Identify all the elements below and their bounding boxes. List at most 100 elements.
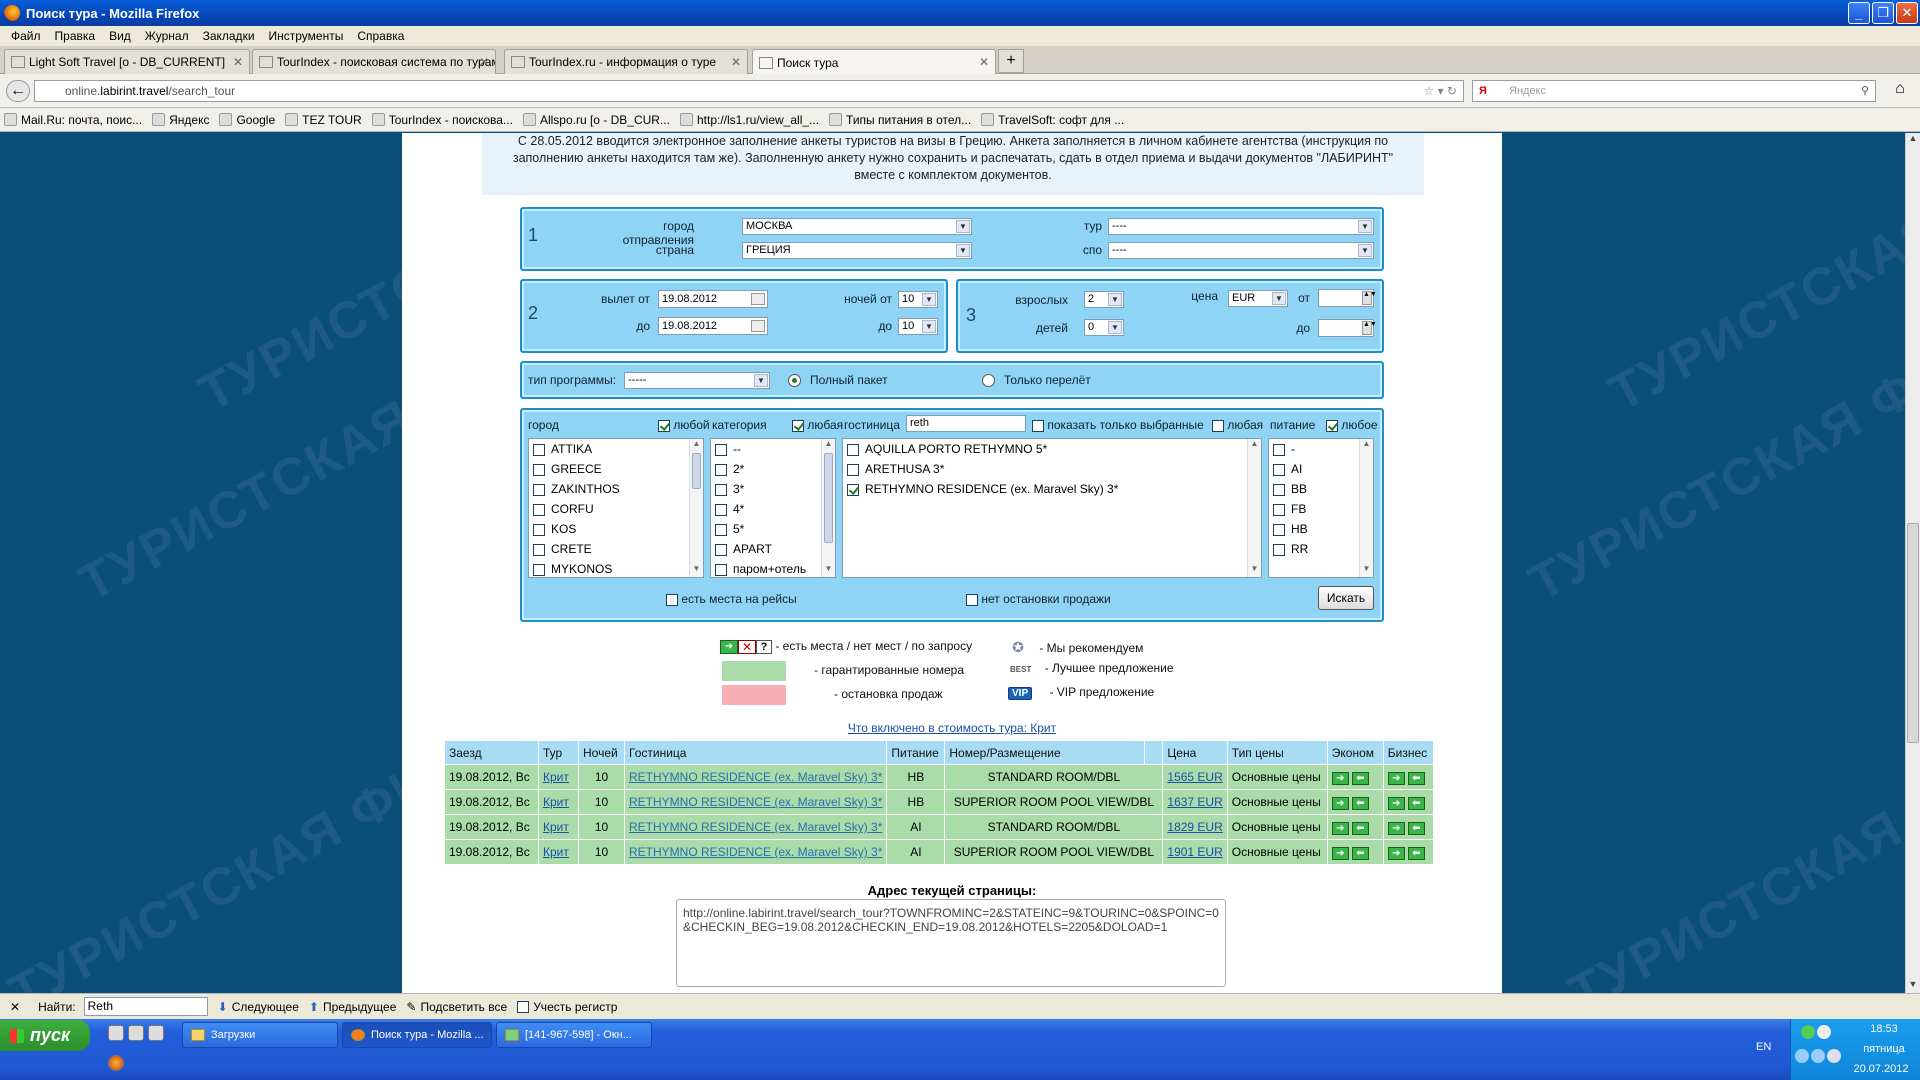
seats-available-checkbox[interactable] <box>666 593 678 606</box>
tab-lightsoft[interactable]: Light Soft Travel [о - DB_CURRENT] ✕ <box>4 49 250 74</box>
city-checkbox[interactable] <box>533 463 545 476</box>
price-from-input[interactable]: ▲▼ <box>1318 289 1377 307</box>
bookmark-item[interactable]: Типы питания в отел... <box>829 113 971 127</box>
city-checkbox[interactable] <box>533 443 545 456</box>
list-item[interactable]: CRETE <box>529 539 703 559</box>
city-any-checkbox[interactable] <box>658 419 670 432</box>
show-selected-checkbox[interactable] <box>1032 419 1044 432</box>
list-item[interactable]: GREECE <box>529 459 703 479</box>
list-scrollbar[interactable]: ▲ ▼ <box>821 439 835 577</box>
price-link[interactable]: 1565 EUR <box>1167 770 1222 784</box>
find-prev-button[interactable]: ⬆ Предыдущее <box>309 1000 397 1014</box>
language-indicator[interactable]: EN <box>1756 1041 1771 1053</box>
category-checkbox[interactable] <box>715 463 727 476</box>
economy-seats[interactable]: ➔ ⬅ <box>1331 821 1369 835</box>
new-tab-button[interactable]: + <box>998 49 1024 73</box>
bookmark-item[interactable]: Google <box>219 113 275 127</box>
meal-any-checkbox[interactable] <box>1326 419 1338 432</box>
bookmark-star-icon[interactable]: ☆ ▾ ↻ <box>1423 81 1457 101</box>
list-item[interactable]: APART <box>711 539 835 559</box>
bookmark-item[interactable]: TravelSoft: софт для ... <box>981 113 1124 127</box>
ie-icon[interactable] <box>128 1025 144 1041</box>
tray-icon[interactable] <box>1827 1049 1841 1063</box>
list-item[interactable]: 5* <box>711 519 835 539</box>
depart-from-input[interactable]: 19.08.2012 <box>658 290 768 308</box>
menu-file[interactable]: Файл <box>11 29 41 43</box>
tab-close-icon[interactable]: ✕ <box>479 55 489 69</box>
spo-select[interactable]: ---- ▼ <box>1108 242 1374 259</box>
close-window-button[interactable]: ✕ <box>1896 2 1918 24</box>
list-item[interactable]: - <box>1269 439 1373 459</box>
city-checkbox[interactable] <box>533 543 545 556</box>
scroll-thumb[interactable] <box>1907 523 1919 743</box>
list-item[interactable]: RETHYMNO RESIDENCE (ex. Maravel Sky) 3* <box>843 479 1261 499</box>
hotel-link[interactable]: RETHYMNO RESIDENCE (ex. Maravel Sky) 3* <box>629 820 882 834</box>
business-seats[interactable]: ➔ ⬅ <box>1387 796 1425 810</box>
taskbar-item-downloads[interactable]: Загрузки <box>182 1022 338 1048</box>
bookmark-item[interactable]: TourIndex - поискова... <box>371 113 513 127</box>
no-stop-sale-checkbox[interactable] <box>966 593 978 606</box>
category-checkbox[interactable] <box>715 503 727 516</box>
country-select[interactable]: ГРЕЦИЯ ▼ <box>742 242 972 259</box>
maximize-button[interactable]: ❐ <box>1872 2 1894 24</box>
hotel-link[interactable]: RETHYMNO RESIDENCE (ex. Maravel Sky) 3* <box>629 795 882 809</box>
match-case-checkbox[interactable]: Учесть регистр <box>517 1000 617 1014</box>
menu-history[interactable]: Журнал <box>145 29 189 43</box>
tour-link[interactable]: Крит <box>543 770 569 784</box>
city-checkbox[interactable] <box>533 523 545 536</box>
meal-checkbox[interactable] <box>1273 443 1285 456</box>
minimize-button[interactable]: _ <box>1848 2 1870 24</box>
meal-checkbox[interactable] <box>1273 543 1285 556</box>
list-scrollbar[interactable]: ▲ ▼ <box>689 439 703 577</box>
list-item[interactable]: 4* <box>711 499 835 519</box>
menu-help[interactable]: Справка <box>357 29 404 43</box>
spinner-icon[interactable]: ▲▼ <box>1362 291 1377 305</box>
price-to-input[interactable]: ▲▼ <box>1318 319 1377 337</box>
category-checkbox[interactable] <box>715 443 727 456</box>
home-icon[interactable]: ⌂ <box>1888 80 1912 102</box>
bookmark-item[interactable]: Allspo.ru [о - DB_CUR... <box>522 113 670 127</box>
list-scrollbar[interactable]: ▲ ▼ <box>1359 439 1373 577</box>
economy-seats[interactable]: ➔ ⬅ <box>1331 771 1369 785</box>
list-item[interactable]: FB <box>1269 499 1373 519</box>
economy-seats[interactable]: ➔ ⬅ <box>1331 796 1369 810</box>
nights-to-select[interactable]: 10 ▼ <box>898 318 938 335</box>
find-input[interactable]: Reth <box>83 997 208 1016</box>
list-item[interactable]: CORFU <box>529 499 703 519</box>
nights-from-select[interactable]: 10 ▼ <box>898 291 938 308</box>
tab-tourindex-search[interactable]: TourIndex - поисковая система по турам ✕ <box>252 49 496 74</box>
highlight-all-button[interactable]: ✎ Подсветить все <box>406 1000 507 1014</box>
flight-only-radio[interactable] <box>982 374 995 387</box>
bookmark-item[interactable]: TEZ TOUR <box>285 113 362 127</box>
tray-icon[interactable] <box>1811 1049 1825 1063</box>
spinner-icon[interactable]: ▲▼ <box>1362 321 1377 335</box>
hotel-checkbox[interactable] <box>847 483 859 496</box>
meal-checkbox[interactable] <box>1273 463 1285 476</box>
tour-link[interactable]: Крит <box>543 820 569 834</box>
taskbar-item-firefox[interactable]: Поиск тура - Mozilla ... <box>342 1022 492 1048</box>
menu-bookmarks[interactable]: Закладки <box>203 29 255 43</box>
tab-tourindex-info[interactable]: TourIndex.ru - информация о туре ✕ <box>504 49 748 74</box>
calendar-icon[interactable] <box>751 320 765 332</box>
list-item[interactable]: RR <box>1269 539 1373 559</box>
business-seats[interactable]: ➔ ⬅ <box>1387 771 1425 785</box>
calendar-icon[interactable] <box>751 293 765 305</box>
find-close-icon[interactable]: ✕ <box>10 1000 20 1014</box>
currency-select[interactable]: EUR ▼ <box>1228 290 1288 307</box>
url-bar[interactable]: online.labirint.travel/search_tour ☆ ▾ ↻ <box>34 80 1464 102</box>
bookmark-item[interactable]: http://ls1.ru/view_all_... <box>679 113 819 127</box>
tour-select[interactable]: ---- ▼ <box>1108 218 1374 235</box>
desktop-icon[interactable] <box>148 1025 164 1041</box>
city-checkbox[interactable] <box>533 503 545 516</box>
category-checkbox[interactable] <box>715 543 727 556</box>
list-item[interactable]: MYKONOS <box>529 559 703 577</box>
list-item[interactable]: ATTIKA <box>529 439 703 459</box>
firefox-quicklaunch-icon[interactable] <box>108 1055 124 1071</box>
category-any-checkbox[interactable] <box>792 419 804 432</box>
page-scrollbar[interactable]: ▲ ▼ <box>1905 133 1920 993</box>
menu-tools[interactable]: Инструменты <box>269 29 344 43</box>
search-box[interactable]: Я Яндекс ⚲ <box>1472 80 1876 102</box>
address-textarea[interactable]: http://online.labirint.travel/search_tou… <box>676 899 1226 987</box>
city-checkbox[interactable] <box>533 483 545 496</box>
business-seats[interactable]: ➔ ⬅ <box>1387 821 1425 835</box>
